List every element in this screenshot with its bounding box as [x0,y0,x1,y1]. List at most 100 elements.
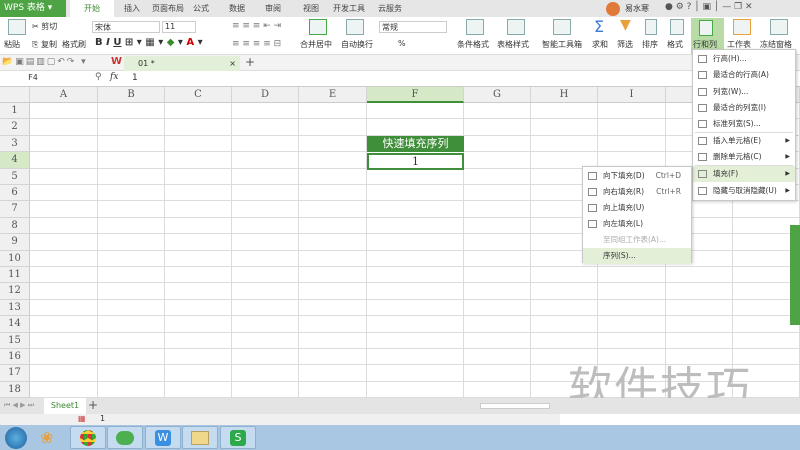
row-header-5[interactable]: 5 [0,168,30,185]
menu-item[interactable]: 最适合的行高(A) [693,67,795,83]
menu-item[interactable]: 最适合的列宽(I) [693,100,795,116]
copy-button[interactable]: ⎘ 复制 [32,39,57,50]
font-select[interactable]: 宋体 [92,21,160,33]
row-header-17[interactable]: 17 [0,365,30,382]
new-tab-button[interactable]: + [245,55,255,69]
chrome-taskbar-icon[interactable] [70,426,106,449]
app-menu-button[interactable]: WPS 表格 ▾ [0,0,66,17]
row-header-13[interactable]: 13 [0,299,30,317]
sheet-nav-buttons[interactable]: ⏮ ◀ ▶ ⏭ [4,401,34,410]
sum-button[interactable]: 求和 [592,39,608,50]
avatar[interactable] [606,2,620,16]
column-header-F[interactable]: F [367,87,464,103]
tab-cloud[interactable]: 云服务 [372,0,408,17]
align-buttons[interactable]: ≡ ≡ ≡ ⇤ ⇥ [232,21,281,31]
tab-review[interactable]: 审阅 [258,0,288,17]
menu-item[interactable]: 行高(H)... [693,51,795,67]
row-header-6[interactable]: 6 [0,185,30,202]
name-box[interactable]: F4 [2,73,74,85]
row-header-16[interactable]: 16 [0,349,30,366]
row-header-4[interactable]: 4 [0,152,30,169]
tab-developer[interactable]: 开发工具 [328,0,370,17]
menu-item[interactable]: 列宽(W)... [693,84,795,100]
row-header-9[interactable]: 9 [0,234,30,251]
paste-button[interactable]: 粘贴 [4,39,20,50]
sheet-tab[interactable]: Sheet1 [44,398,86,414]
tab-formulas[interactable]: 公式 [186,0,216,17]
row-header-1[interactable]: 1 [0,103,30,120]
submenu-item[interactable]: 序列(S)... [583,248,691,264]
column-header-H[interactable]: H [531,87,598,103]
row-header-14[interactable]: 14 [0,316,30,333]
add-sheet-button[interactable]: + [88,398,98,412]
column-header-C[interactable]: C [165,87,232,103]
row-header-10[interactable]: 10 [0,250,30,267]
tab-page-layout[interactable]: 页面布局 [145,0,191,17]
document-tab[interactable]: 01 * × [124,56,240,71]
format-painter-button[interactable]: 格式刷 [62,39,86,50]
select-all-corner[interactable] [0,87,30,103]
row-header-18[interactable]: 18 [0,381,30,399]
column-header-G[interactable]: G [464,87,531,103]
menu-item[interactable]: 隐藏与取消隐藏(U) ▶ [693,183,795,199]
cell-F4[interactable]: 1 [367,153,464,170]
column-header-I[interactable]: I [598,87,666,103]
menu-item[interactable]: 删除单元格(C) ▶ [693,149,795,165]
submenu-item-label: 向上填充(U) [603,203,645,212]
font-size-select[interactable]: 11 [162,21,196,33]
menu-item[interactable]: 标准列宽(S)... [693,116,795,132]
row-header-3[interactable]: 3 [0,135,30,153]
window-controls-icons[interactable]: ● ⚙ ? │ ▣ │ — ❐ ✕ [665,2,753,12]
row-header-8[interactable]: 8 [0,217,30,235]
merge-button[interactable]: 合并居中 [300,39,332,50]
sort-button[interactable]: 排序 [642,39,658,50]
column-header-B[interactable]: B [98,87,165,103]
submenu-item[interactable]: 向右填充(R) Ctrl+R [583,184,691,200]
tab-home[interactable]: 开始 [70,0,114,17]
start-button[interactable] [5,427,27,449]
cut-button[interactable]: ✂ 剪切 [32,21,57,32]
explorer-taskbar-icon[interactable] [182,426,218,449]
close-tab-icon[interactable]: × [229,56,236,71]
wechat-taskbar-icon[interactable] [107,426,143,449]
user-name[interactable]: 易水寒 [625,3,649,14]
submenu-item[interactable]: 向上填充(U) [583,200,691,216]
percent-button[interactable]: % [398,39,406,48]
app-launcher-icon[interactable]: ❀ [40,428,60,448]
tab-view[interactable]: 视图 [296,0,326,17]
wps-writer-taskbar-icon[interactable]: W [145,426,181,449]
wrap-button[interactable]: 自动换行 [341,39,373,50]
bold-button[interactable]: B I U ⊞ ▾ ▦ ▾ ◆ ▾ A ▾ [95,37,203,48]
quick-access-icons[interactable]: 📂▣▤▥▢↶↷ ▾ [2,57,88,67]
menu-item[interactable]: 填充(F) ▶ [693,166,795,182]
column-header-A[interactable]: A [30,87,98,103]
cond-format-button[interactable]: 条件格式 [457,39,489,50]
side-panel-handle[interactable] [790,225,800,325]
tab-data[interactable]: 数据 [222,0,252,17]
submenu-item[interactable]: 向下填充(D) Ctrl+D [583,168,691,184]
wps-icon[interactable]: W [111,56,122,67]
fx-button[interactable]: fx [110,72,118,82]
cell-F3[interactable]: 快速填充序列 [367,136,464,152]
row-header-7[interactable]: 7 [0,201,30,218]
column-header-E[interactable]: E [299,87,367,103]
align-buttons-2[interactable]: ≡ ≡ ≡ ≡ ⊟ [232,39,281,49]
filter-button[interactable]: 筛选 [617,39,633,50]
row-header-15[interactable]: 15 [0,332,30,349]
column-header-D[interactable]: D [232,87,299,103]
table-style-button[interactable]: 表格样式 [497,39,529,50]
row-header-11[interactable]: 11 [0,267,30,284]
submenu-item[interactable]: 向左填充(L) [583,216,691,232]
wps-sheets-taskbar-icon[interactable]: S [220,426,256,449]
menu-item[interactable]: 插入单元格(E) ▶ [693,133,795,149]
format-button[interactable]: 格式 [667,39,683,50]
zoom-icon[interactable]: ⚲ [95,72,102,82]
table-style-icon [507,19,525,35]
row-header-12[interactable]: 12 [0,283,30,300]
row-header-2[interactable]: 2 [0,119,30,136]
smart-toolbox-button[interactable]: 智能工具箱 [542,39,582,50]
menu-item-label: 隐藏与取消隐藏(U) [713,186,777,195]
menu-item-icon [698,55,707,63]
horizontal-scrollbar[interactable] [480,403,550,409]
number-format-select[interactable]: 常规 [379,21,447,33]
